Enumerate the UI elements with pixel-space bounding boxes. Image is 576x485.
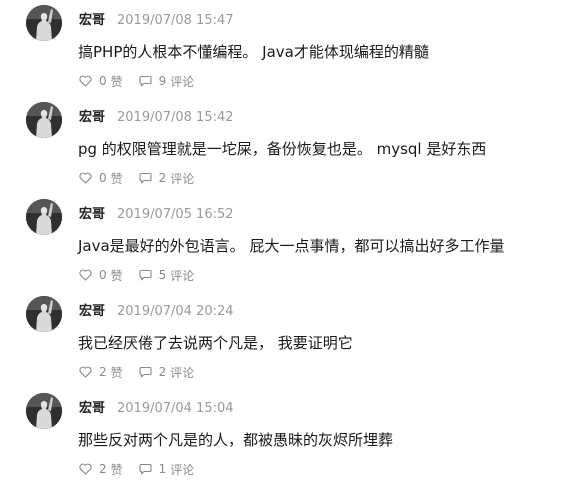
statue-avatar-icon — [26, 102, 62, 138]
like-button[interactable]: 0 赞 — [79, 267, 123, 284]
comment-label: 评论 — [170, 171, 195, 186]
heart-icon — [79, 75, 92, 87]
post-content: Java是最好的外包语言。 屁大一点事情，都可以搞出好多工作量 — [78, 237, 505, 255]
avatar[interactable] — [26, 102, 62, 138]
post-timestamp: 2019/07/04 15:04 — [117, 401, 234, 416]
like-button[interactable]: 0 赞 — [79, 170, 123, 187]
comment-button[interactable]: 5 评论 — [139, 267, 195, 284]
post-content: 搞PHP的人根本不懂编程。 Java才能体现编程的精髓 — [78, 43, 429, 61]
like-count: 2 — [99, 365, 107, 379]
post-content: 我已经厌倦了去说两个凡是， 我要证明它 — [78, 334, 353, 352]
comment-label: 评论 — [170, 365, 195, 380]
post-timestamp: 2019/07/08 15:47 — [117, 13, 234, 28]
post-actions: 0 赞 5 评论 — [79, 267, 194, 283]
author-name[interactable]: 宏哥 — [79, 13, 105, 29]
comment-button[interactable]: 9 评论 — [139, 73, 195, 90]
comment-count: 1 — [158, 462, 167, 476]
comment-bubble-icon — [139, 172, 152, 184]
like-button[interactable]: 2 赞 — [79, 461, 123, 478]
post-content: 那些反对两个凡是的人，都被愚昧的灰烬所埋葬 — [78, 431, 394, 449]
author-name[interactable]: 宏哥 — [79, 207, 105, 223]
author-name[interactable]: 宏哥 — [79, 110, 105, 126]
post-actions: 0 赞 9 评论 — [79, 73, 194, 89]
comment-button[interactable]: 2 评论 — [139, 170, 195, 187]
author-name[interactable]: 宏哥 — [79, 304, 105, 320]
avatar[interactable] — [26, 393, 62, 429]
heart-icon — [79, 172, 92, 184]
comment-bubble-icon — [139, 269, 152, 281]
comment-count: 9 — [158, 74, 167, 88]
comment-count: 2 — [158, 171, 167, 185]
comment-bubble-icon — [139, 463, 152, 475]
avatar[interactable] — [26, 199, 62, 235]
post-actions: 2 赞 1 评论 — [79, 461, 194, 477]
comment-count: 2 — [158, 365, 167, 379]
feed-post: 宏哥 2019/07/05 16:52 Java是最好的外包语言。 屁大一点事情… — [0, 194, 576, 291]
post-actions: 2 赞 2 评论 — [79, 364, 194, 380]
feed-post: 宏哥 2019/07/04 15:04 那些反对两个凡是的人，都被愚昧的灰烬所埋… — [0, 388, 576, 485]
author-name[interactable]: 宏哥 — [79, 401, 105, 417]
post-timestamp: 2019/07/04 20:24 — [117, 304, 234, 319]
feed-post: 宏哥 2019/07/04 20:24 我已经厌倦了去说两个凡是， 我要证明它 … — [0, 291, 576, 388]
like-count: 2 — [99, 462, 107, 476]
like-button[interactable]: 2 赞 — [79, 364, 123, 381]
like-label: 赞 — [110, 268, 123, 283]
like-label: 赞 — [110, 74, 123, 89]
avatar[interactable] — [26, 5, 62, 41]
post-timestamp: 2019/07/05 16:52 — [117, 207, 234, 222]
comment-bubble-icon — [139, 366, 152, 378]
comment-count: 5 — [158, 268, 167, 282]
comment-label: 评论 — [170, 74, 195, 89]
heart-icon — [79, 366, 92, 378]
like-label: 赞 — [110, 462, 123, 477]
statue-avatar-icon — [26, 5, 62, 41]
comment-label: 评论 — [170, 268, 195, 283]
post-actions: 0 赞 2 评论 — [79, 170, 194, 186]
comment-button[interactable]: 2 评论 — [139, 364, 195, 381]
feed-post: 宏哥 2019/07/08 15:42 pg 的权限管理就是一坨屎，备份恢复也是… — [0, 97, 576, 194]
heart-icon — [79, 269, 92, 281]
like-label: 赞 — [110, 365, 123, 380]
avatar[interactable] — [26, 296, 62, 332]
comment-bubble-icon — [139, 75, 152, 87]
post-timestamp: 2019/07/08 15:42 — [117, 110, 234, 125]
like-count: 0 — [99, 74, 107, 88]
statue-avatar-icon — [26, 296, 62, 332]
comment-button[interactable]: 1 评论 — [139, 461, 195, 478]
statue-avatar-icon — [26, 199, 62, 235]
feed-post: 宏哥 2019/07/08 15:47 搞PHP的人根本不懂编程。 Java才能… — [0, 0, 576, 97]
heart-icon — [79, 463, 92, 475]
like-count: 0 — [99, 268, 107, 282]
comment-feed: 宏哥 2019/07/08 15:47 搞PHP的人根本不懂编程。 Java才能… — [0, 0, 576, 485]
statue-avatar-icon — [26, 393, 62, 429]
comment-label: 评论 — [170, 462, 195, 477]
like-count: 0 — [99, 171, 107, 185]
like-label: 赞 — [110, 171, 123, 186]
post-content: pg 的权限管理就是一坨屎，备份恢复也是。 mysql 是好东西 — [78, 140, 487, 158]
like-button[interactable]: 0 赞 — [79, 73, 123, 90]
